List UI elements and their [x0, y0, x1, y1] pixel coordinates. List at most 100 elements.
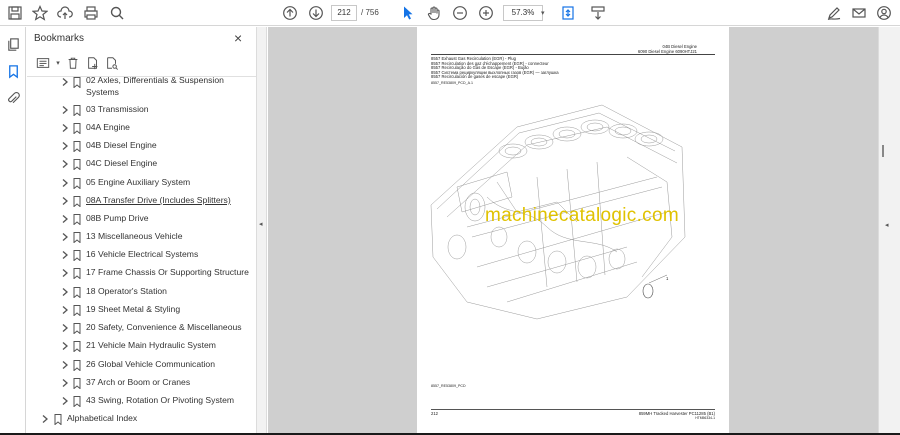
bookmark-icon[interactable] — [5, 63, 21, 79]
bookmark-item[interactable]: 08B Pump Drive — [27, 212, 249, 226]
left-nav-rail — [0, 27, 26, 435]
pages-icon[interactable] — [5, 36, 21, 52]
bookmark-icon — [73, 141, 81, 153]
attachment-icon[interactable] — [5, 90, 21, 106]
pdf-page: 04B Diesel Engine 6090 Diesel Engine 609… — [417, 27, 729, 435]
bookmark-item[interactable]: 08A Transfer Drive (Includes Splitters) — [27, 194, 249, 208]
search-icon[interactable] — [107, 3, 127, 23]
page-number-input[interactable]: 212 — [331, 5, 357, 21]
close-icon[interactable]: × — [234, 30, 242, 46]
bookmark-item[interactable]: 19 Sheet Metal & Styling — [27, 303, 249, 317]
zoom-out-icon[interactable] — [450, 3, 470, 23]
zoom-dropdown-icon[interactable]: ▾ — [541, 9, 545, 17]
page-total: / 756 — [361, 8, 379, 17]
collapse-left-icon[interactable]: ◂ — [259, 220, 263, 228]
watermark-text: machinecatalogic.com — [485, 205, 679, 226]
chevron-right-icon[interactable] — [61, 268, 69, 278]
page-scrollbar-thumb[interactable] — [882, 145, 884, 157]
chevron-right-icon[interactable] — [61, 214, 69, 224]
bookmark-icon — [73, 178, 81, 190]
toolbar: 212 / 756 57.3% ▾ — [0, 0, 900, 26]
bookmark-icon — [73, 305, 81, 317]
bookmark-item[interactable]: 37 Arch or Boom or Cranes — [27, 376, 249, 390]
bookmark-item[interactable]: 16 Vehicle Electrical Systems — [27, 248, 249, 262]
ref-code: 8557_RE53809_PCD_A.1 — [431, 81, 473, 85]
chevron-right-icon[interactable] — [41, 414, 49, 424]
bookmark-label: 04B Diesel Engine — [86, 140, 157, 150]
bookmark-label-line2: Systems — [86, 87, 119, 97]
footer-rule — [431, 409, 715, 410]
select-cursor-icon[interactable] — [398, 3, 418, 23]
bookmark-item[interactable]: 13 Miscellaneous Vehicle — [27, 230, 249, 244]
bookmark-item[interactable]: 04C Diesel Engine — [27, 157, 249, 171]
bookmark-icon — [73, 123, 81, 135]
bookmark-list: 02 Axles, Differentials & Suspension Sys… — [27, 77, 249, 435]
fit-page-icon[interactable] — [558, 3, 578, 23]
bookmark-item[interactable]: 20 Safety, Convenience & Miscellaneous — [27, 321, 249, 335]
chevron-right-icon[interactable] — [61, 141, 69, 151]
zoom-in-icon[interactable] — [476, 3, 496, 23]
bookmark-icon — [73, 360, 81, 372]
bookmark-item[interactable]: 05 Engine Auxiliary System — [27, 176, 249, 190]
chevron-right-icon[interactable] — [61, 378, 69, 388]
bookmark-label: 19 Sheet Metal & Styling — [86, 304, 181, 314]
bookmark-item[interactable]: 03 Transmission — [27, 103, 249, 117]
callout-number: 1 — [666, 276, 669, 281]
page-up-icon[interactable] — [280, 3, 300, 23]
bookmark-icon — [73, 232, 81, 244]
star-icon[interactable] — [30, 3, 50, 23]
bookmark-item[interactable]: 04A Engine — [27, 121, 249, 135]
bookmark-label: Alphabetical Index — [67, 413, 138, 423]
bookmark-item[interactable]: 02 Axles, Differentials & Suspension Sys… — [27, 77, 249, 101]
chevron-right-icon[interactable] — [61, 250, 69, 260]
trash-icon[interactable] — [65, 54, 81, 72]
panel-title: Bookmarks — [34, 33, 85, 44]
save-icon[interactable] — [5, 3, 25, 23]
expand-right-icon[interactable]: ◂ — [885, 221, 889, 229]
bookmark-item[interactable]: 04B Diesel Engine — [27, 139, 249, 153]
chevron-right-icon[interactable] — [61, 305, 69, 315]
bookmarks-panel: Bookmarks × ▾ 02 Axles, Differentials & … — [27, 27, 276, 435]
chevron-right-icon[interactable] — [61, 232, 69, 242]
bookmark-item[interactable]: 43 Swing, Rotation Or Pivoting System — [27, 394, 249, 408]
chevron-right-icon[interactable] — [61, 323, 69, 333]
new-bookmark-icon[interactable] — [85, 54, 101, 72]
bookmark-label: 18 Operator's Station — [86, 286, 167, 296]
bookmark-item[interactable]: 26 Global Vehicle Communication — [27, 358, 249, 372]
cloud-upload-icon[interactable] — [55, 3, 75, 23]
chevron-right-icon[interactable] — [61, 105, 69, 115]
footer-page-number: 212 — [431, 411, 438, 416]
bookmark-item[interactable]: 17 Frame Chassis Or Supporting Structure — [27, 266, 249, 280]
bookmark-toolbar: ▾ — [33, 54, 233, 74]
chevron-right-icon[interactable] — [61, 123, 69, 133]
chevron-right-icon[interactable] — [61, 178, 69, 188]
chevron-right-icon[interactable] — [61, 341, 69, 351]
hand-tool-icon[interactable] — [424, 3, 444, 23]
print-icon[interactable] — [81, 3, 101, 23]
bookmark-label: 08A Transfer Drive (Includes Splitters) — [86, 195, 231, 205]
zoom-level-input[interactable]: 57.3% — [503, 5, 543, 21]
find-bookmark-icon[interactable] — [104, 54, 120, 72]
scroll-mode-icon[interactable] — [588, 3, 608, 23]
options-menu-icon[interactable] — [35, 54, 51, 72]
sign-pen-icon[interactable] — [824, 3, 844, 23]
chevron-right-icon[interactable] — [61, 287, 69, 297]
figure-code: 8557_RE53809_PCD — [431, 384, 466, 388]
chevron-down-icon[interactable]: ▾ — [50, 54, 66, 72]
bookmark-label: 43 Swing, Rotation Or Pivoting System — [86, 395, 235, 405]
document-viewer: 04B Diesel Engine 6090 Diesel Engine 609… — [268, 27, 878, 435]
chevron-right-icon[interactable] — [61, 360, 69, 370]
bookmark-item[interactable]: 21 Vehicle Main Hydraulic System — [27, 339, 249, 353]
chevron-right-icon[interactable] — [61, 196, 69, 206]
chevron-right-icon[interactable] — [61, 77, 69, 87]
mail-icon[interactable] — [849, 3, 869, 23]
panel-splitter[interactable]: ◂ — [256, 27, 267, 435]
account-icon[interactable] — [874, 3, 894, 23]
chevron-right-icon[interactable] — [61, 396, 69, 406]
bookmark-label: 08B Pump Drive — [86, 213, 149, 223]
bookmark-item[interactable]: 18 Operator's Station — [27, 285, 249, 299]
page-down-icon[interactable] — [306, 3, 326, 23]
bookmark-icon — [73, 159, 81, 171]
bookmark-item[interactable]: Alphabetical Index — [27, 412, 249, 426]
chevron-right-icon[interactable] — [61, 159, 69, 169]
